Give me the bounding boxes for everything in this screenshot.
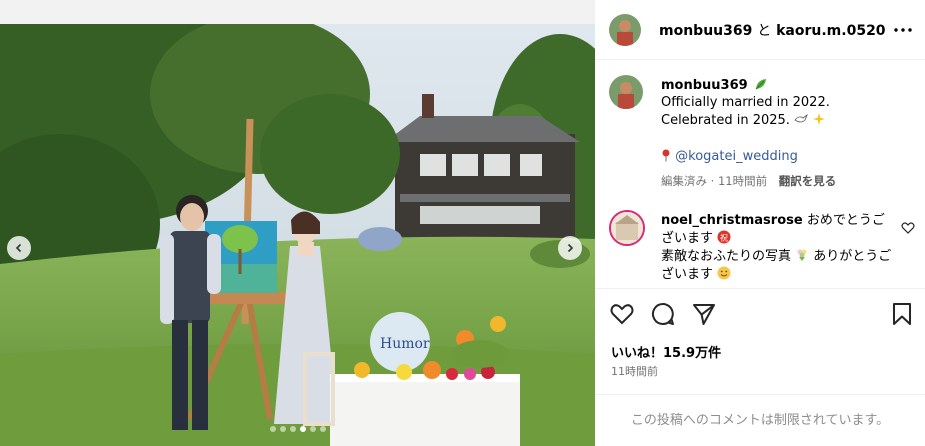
instagram-post-view: Humor monbuu369 と kaoru.m.0520 monbuu369… <box>0 0 925 446</box>
slide-dot <box>280 426 286 432</box>
see-translation-button[interactable]: 翻訳を見る <box>779 174 837 188</box>
slide-dot <box>320 426 326 432</box>
post-authors: monbuu369 と kaoru.m.0520 <box>659 20 886 40</box>
bouquet-emoji-icon <box>797 249 807 261</box>
bookmark-icon[interactable] <box>889 301 915 327</box>
comment-icon[interactable] <box>650 301 676 327</box>
wedding-photo-image: Humor <box>0 24 595 446</box>
previous-slide-button[interactable] <box>7 236 31 260</box>
chevron-left-icon <box>15 243 22 253</box>
slide-indicator <box>270 426 326 432</box>
slide-dot <box>300 426 306 432</box>
author-2-link[interactable]: kaoru.m.0520 <box>776 23 885 39</box>
comment-username[interactable]: noel_christmasrose <box>661 213 803 228</box>
pin-icon <box>662 149 670 162</box>
svg-text:祝: 祝 <box>720 233 728 243</box>
caption-text: Officially married in 2022. Celebrated i… <box>661 94 901 130</box>
edited-time: 編集済み · 11時間前 <box>661 174 768 188</box>
caption-meta: 編集済み · 11時間前 翻訳を見る <box>661 173 836 189</box>
comment-avatar[interactable] <box>609 210 645 246</box>
comments-area[interactable]: monbuu369 Officially married in 2022. Ce… <box>595 61 925 287</box>
sign-text: Humor <box>380 336 430 352</box>
post-time[interactable]: 11時間前 <box>611 363 658 379</box>
slide-dot <box>310 426 316 432</box>
caption-username-text: monbuu369 <box>661 78 748 93</box>
leaf-emoji-icon <box>755 79 767 90</box>
comment-text-2: 素敵なおふたりの写真 <box>661 249 792 264</box>
next-slide-button[interactable] <box>558 236 582 260</box>
avatar-image <box>609 75 643 109</box>
caption-username[interactable]: monbuu369 <box>661 77 768 93</box>
caption-tag-line: @kogatei_wedding <box>661 148 798 166</box>
avatar[interactable] <box>609 14 641 46</box>
action-bar <box>595 288 925 336</box>
avatar-image <box>611 212 643 244</box>
dove-emoji-icon <box>794 113 808 123</box>
chevron-right-icon <box>567 243 574 253</box>
author-joiner: と <box>757 23 772 39</box>
more-horizontal-icon <box>894 28 912 32</box>
author-1-link[interactable]: monbuu369 <box>659 23 752 39</box>
comment-text: noel_christmasrose おめでとうございます 祝 素敵なおふたりの… <box>661 212 897 284</box>
smiling-face-emoji-icon <box>717 266 731 280</box>
sparkles-emoji-icon <box>813 113 826 125</box>
caption-avatar[interactable] <box>609 75 643 109</box>
heart-icon[interactable] <box>609 301 635 327</box>
comments-restricted-notice: この投稿へのコメントは制限されています。 <box>595 394 925 446</box>
more-options-button[interactable] <box>891 20 915 40</box>
slide-dot <box>290 426 296 432</box>
send-icon[interactable] <box>691 301 717 327</box>
like-count[interactable]: いいね！15.9万件 <box>611 342 721 361</box>
slide-dot <box>270 426 276 432</box>
congratulations-emoji-icon: 祝 <box>717 230 731 244</box>
post-photo[interactable]: Humor <box>0 24 595 446</box>
avatar-image <box>609 14 641 46</box>
tagged-account-link[interactable]: @kogatei_wedding <box>675 149 798 164</box>
post-sidebar: monbuu369 と kaoru.m.0520 monbuu369 Offic… <box>595 0 925 446</box>
post-header: monbuu369 と kaoru.m.0520 <box>595 0 925 60</box>
like-comment-heart-icon[interactable] <box>901 221 915 235</box>
